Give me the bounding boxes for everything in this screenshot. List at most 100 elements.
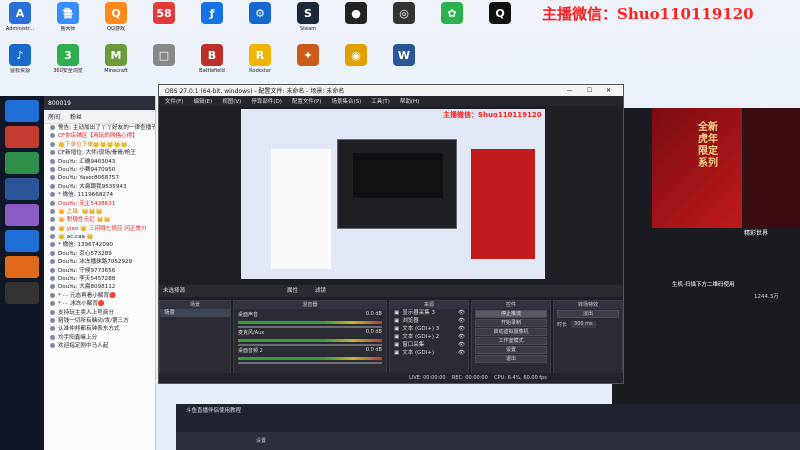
scene-item[interactable]: 场景 [160, 309, 230, 317]
desktop-shortcut-icon[interactable]: ✦ [288, 44, 328, 68]
stream-preview[interactable]: 主播微信：Shuo110119120 [241, 109, 545, 279]
app-icon: ✦ [297, 44, 319, 66]
user-avatar-icon [50, 158, 55, 164]
room-id: 800019 [48, 99, 71, 107]
settings-label[interactable]: 设置 [256, 438, 266, 444]
control-button[interactable]: 启动虚拟摄像机 [475, 328, 547, 336]
tab-fans[interactable]: 粉丝 [70, 112, 82, 121]
chat-message: DouYu: Yaser8068757 [44, 174, 155, 182]
left-app-strip [0, 96, 44, 450]
chat-message: DouYu: 李天5457288 [44, 275, 155, 283]
transitions-dock: 转场特效 淡出 时长 300 ms [553, 300, 623, 374]
menu-item[interactable]: 视图(V) [222, 97, 241, 105]
source-item[interactable]: ▣ 文本 (GDI+) 3 👁 [390, 325, 468, 333]
duration-input[interactable]: 300 ms [571, 321, 596, 328]
desktop-shortcut-icon[interactable]: □ [144, 44, 184, 68]
banner-text: 系列 [698, 158, 718, 169]
menu-item[interactable]: 停靠部件(D) [251, 97, 282, 105]
chat-message-text: 👑 积极性元亿 👑👑 [58, 217, 111, 224]
filters-button[interactable]: 滤镜 [315, 285, 326, 297]
streamer-wechat-watermark: 主播微信：Shuo110119120 [542, 5, 754, 23]
app-shortcut-icon[interactable] [5, 256, 39, 278]
window-controls[interactable]: — ☐ ✕ [567, 87, 623, 94]
desktop-shortcut-icon[interactable]: ⚙ [240, 2, 280, 26]
chat-message-text: * ⋯ 元态再看小解背🔴 [58, 292, 117, 299]
desktop-shortcut-icon[interactable]: S Steam [288, 2, 328, 32]
app-icon: M [105, 44, 127, 66]
control-button[interactable]: 工作室模式 [475, 337, 547, 345]
tab-room[interactable]: 房间 [48, 112, 60, 121]
visibility-eye-icon[interactable]: 👁 [458, 333, 468, 341]
source-item[interactable]: ▣ 浏览器 👁 [390, 317, 468, 325]
chat-message: * 微信: 1119668274 [44, 191, 155, 199]
properties-button[interactable]: 属性 [287, 285, 298, 297]
source-item[interactable]: ▣ 显示器采集 3 👁 [390, 309, 468, 317]
menu-item[interactable]: 编辑(E) [193, 97, 212, 105]
user-avatar-icon [50, 284, 55, 290]
transition-select[interactable]: 淡出 [557, 310, 619, 318]
mixer-channel: 桌面声音 0.0 dB [234, 309, 386, 328]
app-icon: ƒ [201, 2, 223, 24]
desktop-shortcut-icon[interactable]: M Minecraft [96, 44, 136, 74]
source-name: 文本 (GDI+) 2 [402, 334, 440, 340]
list-item-world[interactable]: 精彩世界 [744, 228, 768, 237]
visibility-eye-icon[interactable]: 👁 [458, 349, 468, 357]
tutorial-notice[interactable]: 斗鱼直播伴侣使用教程 [186, 406, 241, 414]
desktop-shortcut-icon[interactable]: ♪ 鼠标资源 [0, 44, 40, 74]
source-type-icon: ▣ [394, 350, 400, 356]
menu-item[interactable]: 配置文件(P) [292, 97, 322, 105]
visibility-eye-icon[interactable]: 👁 [458, 341, 468, 349]
user-avatar-icon [50, 225, 55, 231]
desktop-shortcut-icon[interactable]: ◎ [384, 2, 424, 26]
chat-message-list[interactable]: 警告: 主动加出了丫丫好友的一律查播子 CF你店铺区【用玩的网格心得】 👑下单位下单… [44, 124, 155, 351]
menu-item[interactable]: 工具(T) [371, 97, 390, 105]
menu-item[interactable]: 帮助(H) [400, 97, 419, 105]
chat-message-text: DouYu: 大扁8098112 [58, 284, 116, 291]
control-button[interactable]: 停止推流 [475, 310, 547, 318]
desktop-shortcut-icon[interactable]: ● [336, 2, 376, 26]
menu-item[interactable]: 文件(F) [165, 97, 183, 105]
visibility-eye-icon[interactable]: 👁 [458, 325, 468, 333]
desktop-shortcut-icon[interactable]: ƒ [192, 2, 232, 26]
chat-message-text: * 微信: 1396742090 [58, 242, 114, 249]
desktop-shortcut-icon[interactable]: Q [480, 2, 520, 26]
desktop-shortcut-icon[interactable]: B Battlefield [192, 44, 232, 74]
control-button[interactable]: 退出 [475, 355, 547, 363]
user-avatar-icon [50, 343, 55, 349]
user-avatar-icon [50, 267, 55, 273]
chat-message: DouYu: 汇确9403043 [44, 158, 155, 166]
desktop-shortcut-icon[interactable]: 58 [144, 2, 184, 26]
source-item[interactable]: ▣ 窗口采集 👁 [390, 341, 468, 349]
source-item[interactable]: ▣ 文本 (GDI+) 👁 [390, 349, 468, 357]
desktop-shortcut-icon[interactable]: W [384, 44, 424, 68]
desktop-shortcut-icon[interactable]: R Rockstar [240, 44, 280, 74]
app-shortcut-icon[interactable] [5, 152, 39, 174]
app-shortcut-icon[interactable] [5, 178, 39, 200]
app-icon: 鲁 [57, 2, 79, 24]
window-title: OBS 27.0.1 (64-bit, windows) - 配置文件: 未命名… [165, 88, 345, 95]
app-shortcut-icon[interactable] [5, 204, 39, 226]
app-shortcut-icon[interactable] [5, 230, 39, 252]
visibility-eye-icon[interactable]: 👁 [458, 317, 468, 325]
control-button[interactable]: 开始录制 [475, 319, 547, 327]
visibility-eye-icon[interactable]: 👁 [458, 309, 468, 317]
desktop-shortcut-icon[interactable]: ✿ [432, 2, 472, 26]
desktop-shortcut-icon[interactable]: 3 360安全浏览 [48, 44, 88, 74]
app-icon: R [249, 44, 271, 66]
obs-menubar: 文件(F) 编辑(E) 视图(V) 停靠部件(D) 配置文件(P) 场景集合(S) 工具(T… [159, 96, 623, 106]
desktop-shortcut-icon[interactable]: A Administr... [0, 2, 40, 32]
desktop-shortcut-icon[interactable]: 鲁鲁大师 [48, 2, 88, 32]
menu-item[interactable]: 场景集合(S) [331, 97, 361, 105]
desktop-shortcut-icon[interactable]: Q QQ游戏 [96, 2, 136, 32]
desktop-shortcut-icon[interactable]: ◉ [336, 44, 376, 68]
user-avatar-icon [50, 208, 55, 214]
source-item[interactable]: ▣ 文本 (GDI+) 2 👁 [390, 333, 468, 341]
app-shortcut-icon[interactable] [5, 100, 39, 122]
volume-slider[interactable] [238, 362, 382, 364]
app-shortcut-icon[interactable] [5, 282, 39, 304]
control-button[interactable]: 设置 [475, 346, 547, 354]
app-shortcut-icon[interactable] [5, 126, 39, 148]
promo-banner[interactable]: 全新 虎年 限定 系列 [652, 108, 742, 228]
source-type-icon: ▣ [394, 334, 400, 340]
user-avatar-icon [50, 217, 55, 223]
